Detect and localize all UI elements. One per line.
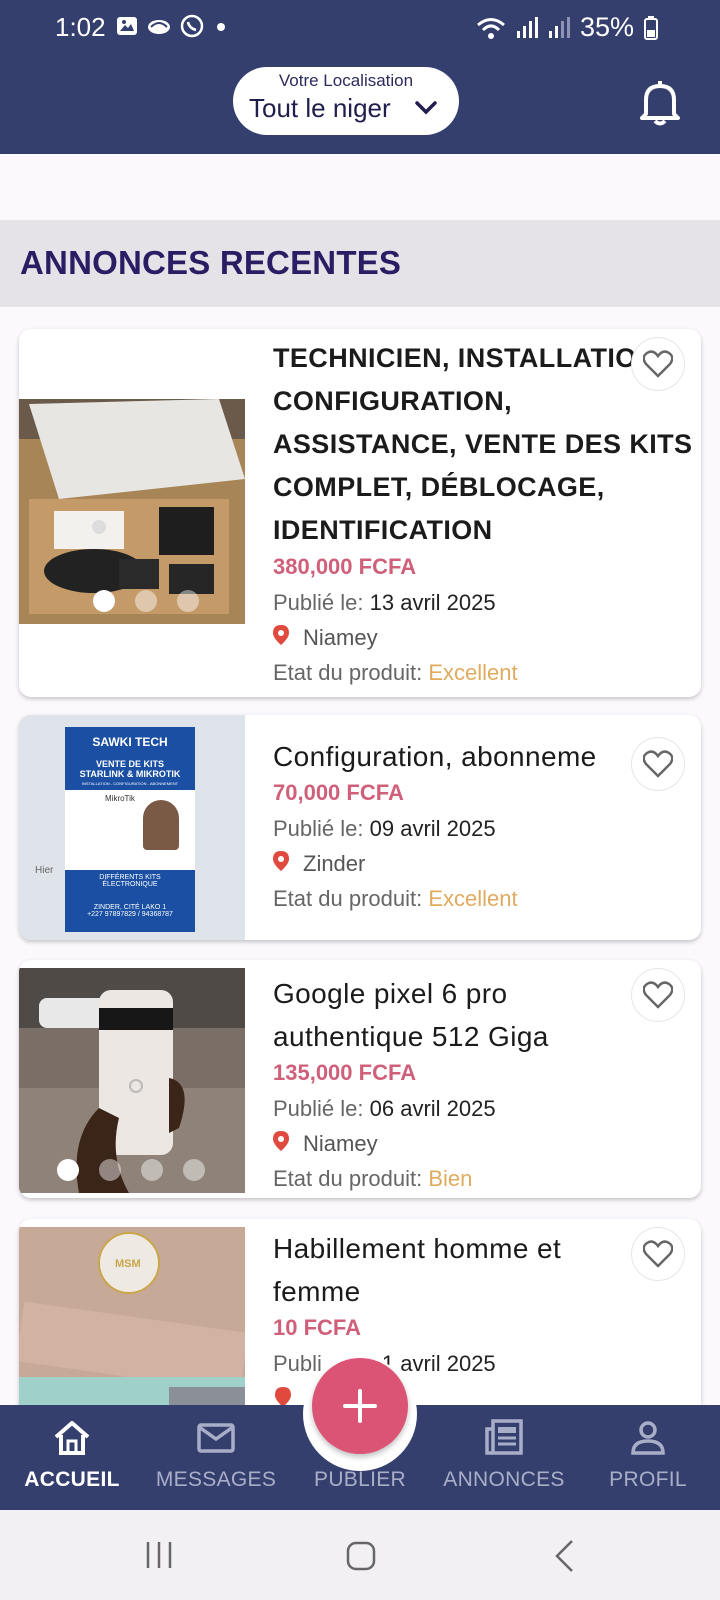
listing-published: Publié le: 09 avril 2025 [273, 816, 496, 841]
heart-icon [643, 1240, 673, 1268]
section-title: ANNONCES RECENTES [20, 244, 402, 281]
image-carousel-dots [57, 1159, 205, 1181]
listing-image[interactable]: Hier SAWKI TECH VENTE DE KITS STARLINK &… [19, 715, 245, 940]
nav-accueil[interactable]: ACCUEIL [0, 1405, 144, 1510]
listing-body: TECHNICIEN, INSTALLATION, CONFIGURATION,… [273, 337, 692, 686]
signal-weak-icon [548, 16, 570, 38]
listing-card[interactable]: Google pixel 6 pro authentique 512 Giga … [19, 960, 701, 1198]
heart-icon [643, 750, 673, 778]
plus-icon [343, 1389, 377, 1423]
listing-published: Publié le: 13 avril 2025 [273, 590, 496, 615]
spacer [0, 154, 720, 220]
status-bar: 1:02 35% [0, 0, 720, 56]
location-pin-icon [273, 851, 289, 871]
recent-apps-icon[interactable] [144, 1540, 174, 1570]
nav-profil[interactable]: PROFIL [576, 1405, 720, 1510]
publish-fab-button[interactable] [312, 1358, 408, 1454]
back-icon[interactable] [552, 1538, 576, 1574]
listing-image[interactable] [19, 399, 245, 624]
favorite-button[interactable] [631, 1227, 685, 1281]
app-header: 1:02 35% Votre Localisation Tout le nige… [0, 0, 720, 154]
system-icons: 35% [476, 12, 658, 43]
listing-location: Niamey [273, 625, 691, 651]
system-navigation-bar [0, 1510, 720, 1600]
gallery-icon [117, 17, 137, 35]
listing-price: 380,000 FCFA [273, 554, 417, 579]
cloud-icon [148, 20, 170, 34]
listing-price: 135,000 FCFA [273, 1060, 417, 1085]
listing-title: Google pixel 6 pro authentique 512 Giga [273, 978, 549, 1052]
listing-location: Niamey [273, 1131, 691, 1157]
signal-icon [516, 16, 538, 38]
image-carousel-dots [93, 590, 199, 612]
home-icon [54, 1421, 90, 1455]
section-header: ANNONCES RECENTES [0, 220, 720, 307]
location-selector[interactable]: Votre Localisation Tout le niger [233, 67, 459, 135]
home-button-icon[interactable] [345, 1540, 377, 1572]
listing-price: 10 FCFA [273, 1315, 362, 1340]
listing-condition: Etat du produit: Bien [273, 1166, 473, 1191]
battery-percent: 35% [579, 12, 634, 42]
whatsapp-icon [180, 14, 204, 38]
location-caption: Votre Localisation [278, 71, 414, 90]
nav-annonces[interactable]: ANNONCES [432, 1405, 576, 1510]
wifi-icon [476, 17, 505, 39]
listing-title: Configuration, abonneme [273, 741, 597, 772]
listing-location: Zinder [273, 851, 691, 877]
listing-title: Habillement homme et femme [273, 1233, 562, 1307]
listing-card[interactable]: Hier SAWKI TECH VENTE DE KITS STARLINK &… [19, 715, 701, 940]
heart-icon [643, 350, 673, 378]
favorite-button[interactable] [631, 737, 685, 791]
person-icon [631, 1421, 665, 1455]
favorite-button[interactable] [631, 337, 685, 391]
listing-body: Habillement homme et femme 10 FCFA Publi… [273, 1227, 691, 1377]
location-value: Tout le niger [249, 93, 391, 123]
heart-icon [643, 981, 673, 1009]
listing-condition: Etat du produit: Excellent [273, 660, 518, 685]
nav-messages[interactable]: MESSAGES [144, 1405, 288, 1510]
newspaper-icon [485, 1419, 523, 1455]
location-pin-icon [273, 625, 289, 645]
listing-published: Publié le: 06 avril 2025 [273, 1096, 496, 1121]
chevron-down-icon [415, 101, 437, 115]
mail-icon [197, 1423, 235, 1453]
listing-card[interactable]: TECHNICIEN, INSTALLATION, CONFIGURATION,… [19, 329, 701, 697]
poster-side-text: Hier [35, 865, 54, 876]
sawki-tech-poster: SAWKI TECH VENTE DE KITS STARLINK & MIKR… [65, 727, 195, 932]
notification-icons [116, 14, 230, 38]
battery-icon [644, 15, 658, 40]
listing-body: Configuration, abonneme 70,000 FCFA Publ… [273, 735, 691, 912]
status-time: 1:02 [55, 12, 106, 42]
fabric-brand-label: MSM [115, 1258, 141, 1270]
listing-image[interactable] [19, 968, 245, 1193]
favorite-button[interactable] [631, 968, 685, 1022]
listing-price: 70,000 FCFA [273, 780, 404, 805]
listing-body: Google pixel 6 pro authentique 512 Giga … [273, 972, 691, 1192]
listing-condition: Etat du produit: Excellent [273, 886, 518, 911]
dot-icon [217, 23, 225, 31]
location-pin-icon [273, 1131, 289, 1151]
location-pin-icon [275, 1387, 291, 1407]
bell-icon[interactable] [638, 80, 682, 126]
